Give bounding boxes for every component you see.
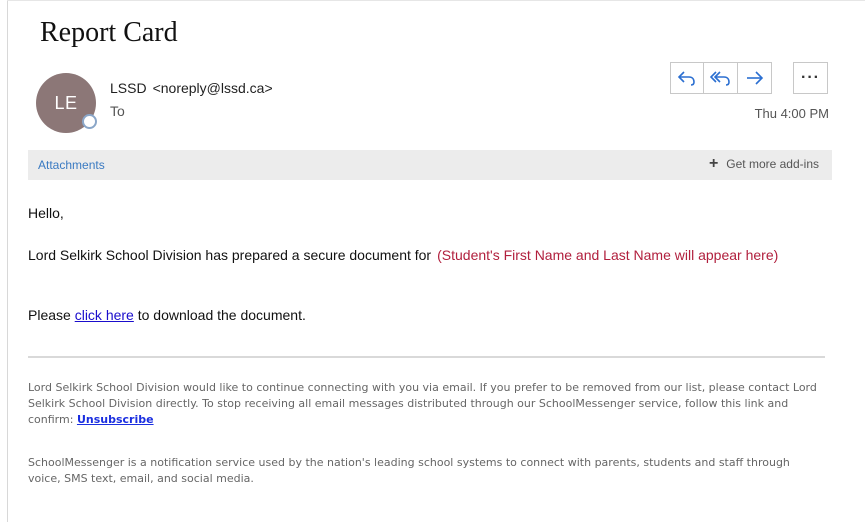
forward-button[interactable] [738, 62, 772, 94]
get-add-ins-button[interactable]: + Get more add-ins [708, 155, 819, 172]
message-timestamp: Thu 4:00 PM [754, 106, 829, 121]
sender-line: LSSD <noreply@lssd.ca> [110, 80, 273, 96]
download-link[interactable]: click here [75, 307, 134, 323]
footer-unsubscribe-paragraph: Lord Selkirk School Division would like … [28, 380, 818, 428]
intro-text: Lord Selkirk School Division has prepare… [28, 247, 432, 263]
message-actions [670, 62, 772, 94]
more-actions-button[interactable]: ··· [793, 62, 828, 94]
reading-pane-top-border [7, 0, 865, 1]
presence-status-icon [82, 114, 97, 129]
avatar-initials: LE [54, 92, 78, 113]
download-text-before: Please [28, 307, 71, 323]
greeting-text: Hello, [28, 205, 64, 221]
download-line: Please click here to download the docume… [28, 307, 306, 323]
sender-name[interactable]: LSSD [110, 80, 147, 96]
footer-divider [28, 356, 825, 358]
intro-line: Lord Selkirk School Division has prepare… [28, 247, 778, 263]
recipients-line[interactable]: To [110, 103, 125, 119]
message-subject: Report Card [40, 17, 178, 48]
plus-icon: + [708, 155, 719, 172]
get-add-ins-label: Get more add-ins [726, 157, 819, 171]
reply-all-icon [709, 71, 730, 86]
footer-about-paragraph: SchoolMessenger is a notification servic… [28, 456, 790, 485]
reading-pane-border [7, 0, 8, 522]
download-text-after: to download the document. [137, 307, 306, 323]
forward-icon [746, 71, 763, 85]
student-name-placeholder: (Student's First Name and Last Name will… [437, 247, 779, 263]
reply-all-button[interactable] [704, 62, 738, 94]
reply-icon [677, 71, 695, 86]
attachments-link[interactable]: Attachments [38, 158, 105, 172]
sender-address: <noreply@lssd.ca> [152, 80, 273, 96]
unsubscribe-link[interactable]: Unsubscribe [77, 413, 154, 426]
reply-button[interactable] [670, 62, 704, 94]
